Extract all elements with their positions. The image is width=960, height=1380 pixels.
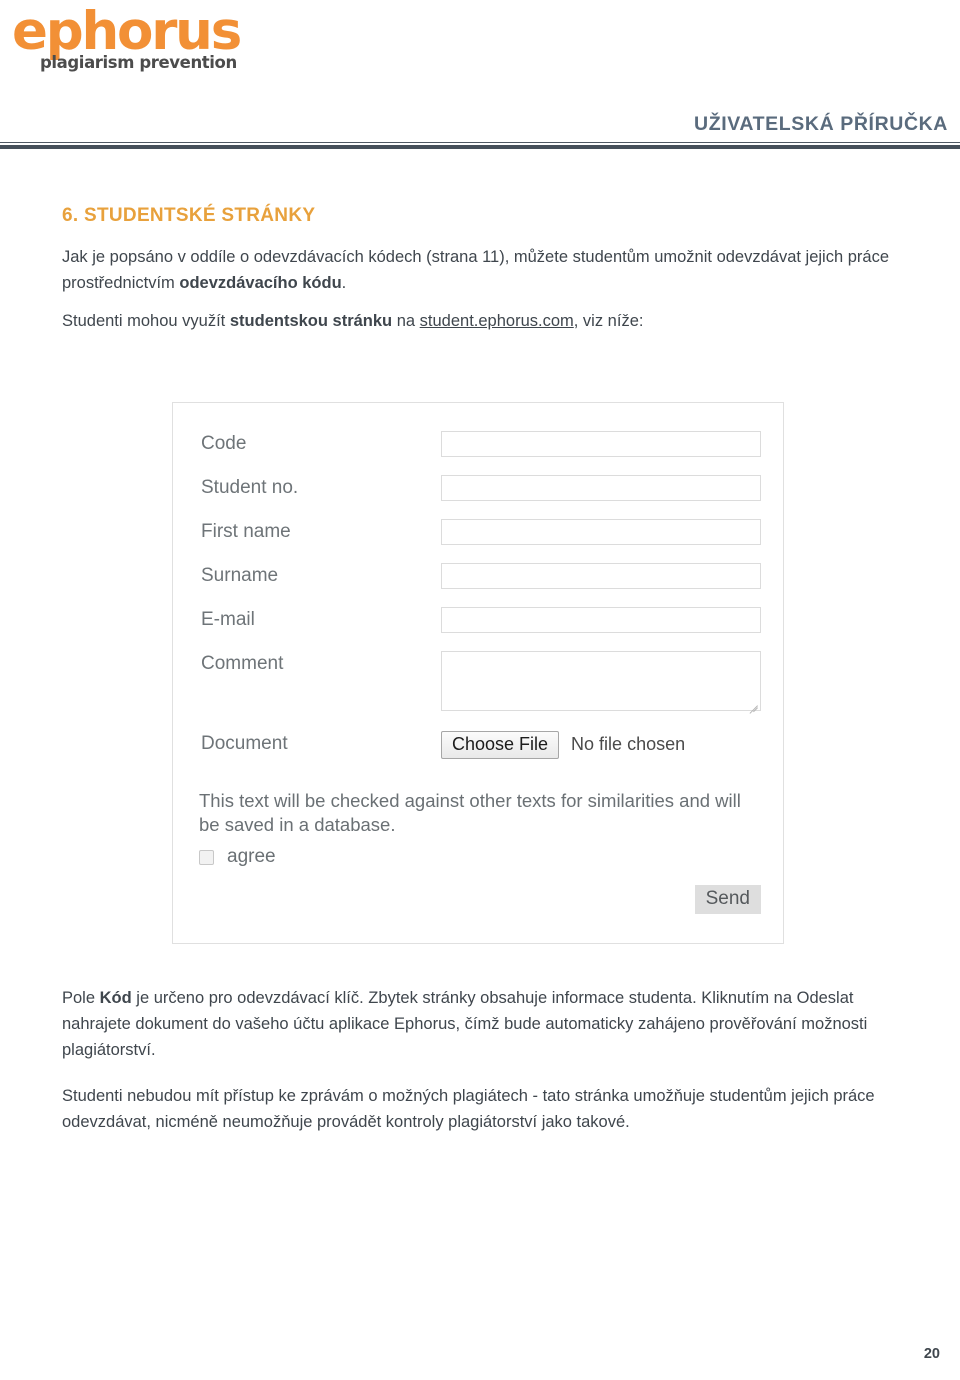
header-divider-thick-line [0,145,960,149]
label-email: E-mail [201,609,255,630]
file-status-text: No file chosen [571,734,686,755]
label-surname: Surname [201,565,279,586]
resize-handle-icon[interactable] [747,697,758,714]
agree-checkbox[interactable] [199,849,214,865]
explanation-part1: Pole [62,989,100,1007]
page-number: 20 [923,1346,940,1362]
student-page-paragraph: Studenti mohou využít studentskou stránk… [62,308,918,334]
main-content-lower: Pole Kód je určeno pro odevzdávací klíč.… [62,985,918,1147]
input-student-no[interactable] [441,475,761,501]
intro-paragraph-bold: odevzdávacího kódu [179,274,342,293]
form-row-document: Document Choose File No file chosen [173,731,783,765]
label-comment: Comment [201,653,284,674]
label-student-no: Student no. [201,477,299,498]
agree-label: agree [227,846,276,867]
input-email[interactable] [441,607,761,633]
consent-notice: This text will be checked against other … [199,790,741,836]
explanation-part2: je určeno pro odevzdávací klíč. Zbytek s… [62,989,868,1060]
student-page-bold: studentskou stránku [229,312,393,331]
page-title: 6. STUDENTSKÉ STRÁNKY [62,205,316,226]
input-code[interactable] [441,431,761,457]
label-first-name: First name [201,521,291,542]
student-page-screenshot: Code Student no. First name Surname E-ma… [172,402,784,944]
choose-file-button[interactable]: Choose File [441,731,560,759]
form-row-surname: Surname [173,563,783,597]
main-content: 6. STUDENTSKÉ STRÁNKY Jak je popsáno v o… [62,205,918,346]
intro-paragraph-part2: . [341,274,347,293]
form-row-comment: Comment [173,651,783,714]
student-page-part2: na [392,312,420,331]
form-row-code: Code [173,431,783,465]
closing-paragraph: Studenti nebudou mít přístup ke zprávám … [62,1087,875,1132]
label-code: Code [201,433,247,454]
student-page-part1: Studenti mohou využít [62,312,230,331]
form-row-first-name: First name [173,519,783,553]
explanation-bold: Kód [99,989,132,1007]
form-row-student-no: Student no. [173,475,783,509]
student-portal-link[interactable]: student.ephorus.com [420,312,574,330]
input-surname[interactable] [441,563,761,589]
student-submission-form: Code Student no. First name Surname E-ma… [173,403,783,943]
student-page-part3: , viz níže: [573,312,644,331]
page-header: ephorus plagiarism prevention UŽIVATELSK… [0,0,960,160]
header-divider [0,142,960,149]
ephorus-logo: ephorus plagiarism prevention [12,1,272,72]
explanation-paragraph: Pole Kód je určeno pro odevzdávací klíč.… [62,985,918,1063]
send-button[interactable]: Send [694,885,761,914]
input-first-name[interactable] [441,519,761,545]
input-comment[interactable] [441,651,761,714]
logo-wordmark: ephorus [12,1,242,62]
document-header-title: UŽIVATELSKÁ PŘÍRUČKA [694,113,948,135]
label-document: Document [201,733,288,754]
file-picker: Choose File No file chosen [441,731,685,759]
agree-checkbox-row[interactable]: agree [199,846,276,868]
intro-paragraph: Jak je popsáno v oddíle o odevzdávacích … [62,244,918,296]
form-row-email: E-mail [173,607,783,641]
